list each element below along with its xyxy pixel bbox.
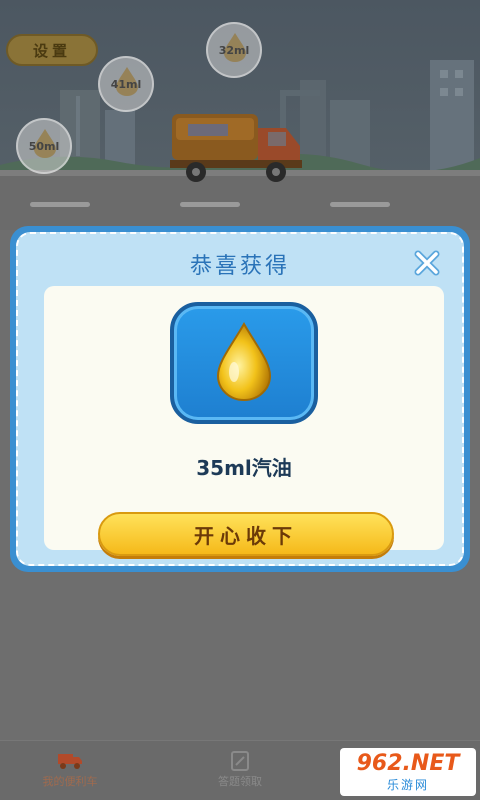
lane-marking [330,202,390,207]
nav-item-label: 答题领取 [218,775,262,788]
reward-card: 35ml汽油 开心收下 [44,286,444,556]
oil-drop-icon [216,322,272,401]
fuel-bubble-label: 41ml [110,77,142,91]
reward-dialog: 恭喜获得 35ml汽油 开心收下 [10,226,470,572]
fuel-bubble[interactable]: 50ml [16,118,72,174]
nav-item-label: 我的便利车 [42,775,98,788]
nav-item-truck[interactable]: 我的便利车 [20,745,120,797]
fuel-bubble-label: 50ml [28,139,60,153]
watermark-subtitle: 乐游网 [386,777,429,792]
edit-icon [231,751,249,771]
fuel-bubble[interactable]: 32ml [206,22,262,78]
settings-button[interactable]: 设置 [6,34,98,66]
reward-amount: 35ml汽油 [196,456,292,480]
site-watermark: 962.NET 乐游网 [340,748,476,796]
fuel-bubble-label: 32ml [218,43,250,57]
lane-marking [30,202,90,207]
reward-tile [170,302,318,424]
dialog-title: 恭喜获得 [189,254,290,279]
nav-item-quiz[interactable]: 答题领取 [190,745,290,797]
lane-marking [180,202,240,207]
watermark-number: 962.NET [356,750,460,776]
fuel-bubble[interactable]: 41ml [98,56,154,112]
truck-icon [58,754,82,769]
close-icon[interactable] [412,248,442,278]
reward-dialog-frame: 恭喜获得 35ml汽油 开心收下 [16,232,464,566]
accept-button[interactable]: 开心收下 [98,512,394,556]
fuel-truck-icon [170,114,302,182]
